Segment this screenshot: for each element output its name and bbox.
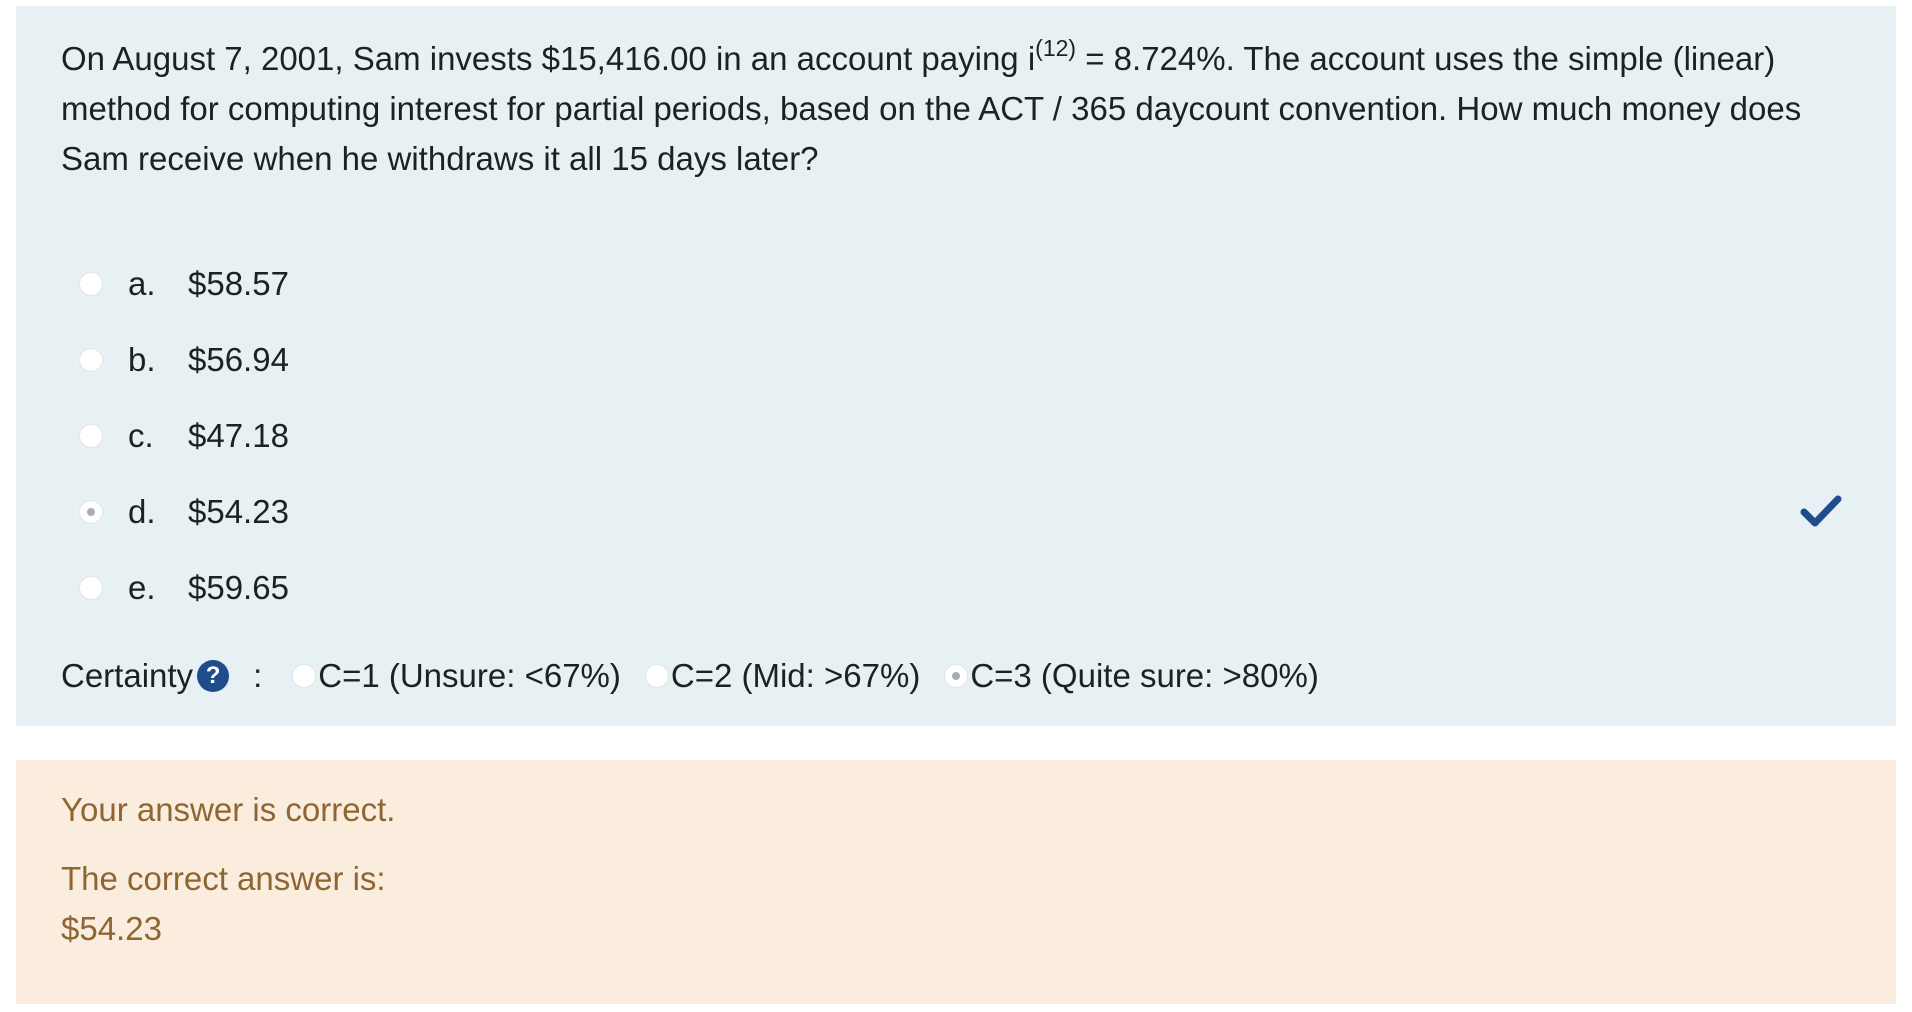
certainty-colon: : bbox=[253, 657, 263, 694]
correct-answer-value: $54.23 bbox=[61, 910, 162, 947]
certainty-radio-2[interactable] bbox=[644, 664, 669, 688]
feedback-status: Your answer is correct. bbox=[61, 791, 396, 828]
answer-value: $59.65 bbox=[188, 569, 289, 606]
correct-answer-label: The correct answer is: bbox=[61, 860, 386, 897]
answer-option-b[interactable]: b. $56.94 bbox=[16, 322, 1896, 398]
certainty-option-3[interactable]: C=3 (Quite sure: >80%) bbox=[944, 657, 1319, 695]
certainty-radio-3[interactable] bbox=[944, 664, 969, 688]
answer-radio-a[interactable] bbox=[79, 272, 103, 296]
feedback-panel: Your answer is correct. The correct answ… bbox=[16, 760, 1896, 1004]
answer-letter: b. bbox=[128, 341, 156, 378]
certainty-option-label: C=1 (Unsure: <67%) bbox=[318, 657, 621, 694]
question-panel: On August 7, 2001, Sam invests $15,416.0… bbox=[16, 6, 1896, 726]
certainty-option-1[interactable]: C=1 (Unsure: <67%) bbox=[292, 657, 621, 695]
certainty-label: Certainty bbox=[61, 657, 194, 694]
answer-letter: d. bbox=[128, 493, 156, 530]
question-text-main: On August 7, 2001, Sam invests $15,416.0… bbox=[61, 40, 1036, 77]
answer-radio-e[interactable] bbox=[79, 576, 103, 600]
answer-letter: e. bbox=[128, 569, 156, 606]
answer-radio-b[interactable] bbox=[79, 348, 103, 372]
answer-value: $47.18 bbox=[188, 417, 289, 454]
certainty-option-label: C=2 (Mid: >67%) bbox=[670, 657, 921, 694]
answer-option-e[interactable]: e. $59.65 bbox=[16, 550, 1896, 626]
rate-superscript: (12) bbox=[1035, 35, 1077, 61]
certainty-option-2[interactable]: C=2 (Mid: >67%) bbox=[644, 657, 921, 695]
answer-radio-d[interactable] bbox=[79, 500, 103, 524]
answer-option-d[interactable]: d. $54.23 bbox=[16, 474, 1896, 550]
answer-radio-c[interactable] bbox=[79, 424, 103, 448]
answer-option-a[interactable]: a. $58.57 bbox=[16, 246, 1896, 322]
answer-option-c[interactable]: c. $47.18 bbox=[16, 398, 1896, 474]
checkmark-icon bbox=[1800, 495, 1842, 527]
answer-value: $54.23 bbox=[188, 493, 289, 530]
answer-value: $58.57 bbox=[188, 265, 289, 302]
certainty-option-label: C=3 (Quite sure: >80%) bbox=[970, 657, 1319, 694]
answer-letter: c. bbox=[128, 417, 154, 454]
answer-value: $56.94 bbox=[188, 341, 289, 378]
question-text: On August 7, 2001, Sam invests $15,416.0… bbox=[61, 34, 1851, 184]
certainty-radio-1[interactable] bbox=[292, 664, 317, 688]
question-mark-icon[interactable]: ? bbox=[197, 660, 230, 692]
certainty-row: Certainty ? : C=1 (Unsure: <67%) C=2 (Mi… bbox=[61, 650, 1343, 702]
answer-letter: a. bbox=[128, 265, 156, 302]
